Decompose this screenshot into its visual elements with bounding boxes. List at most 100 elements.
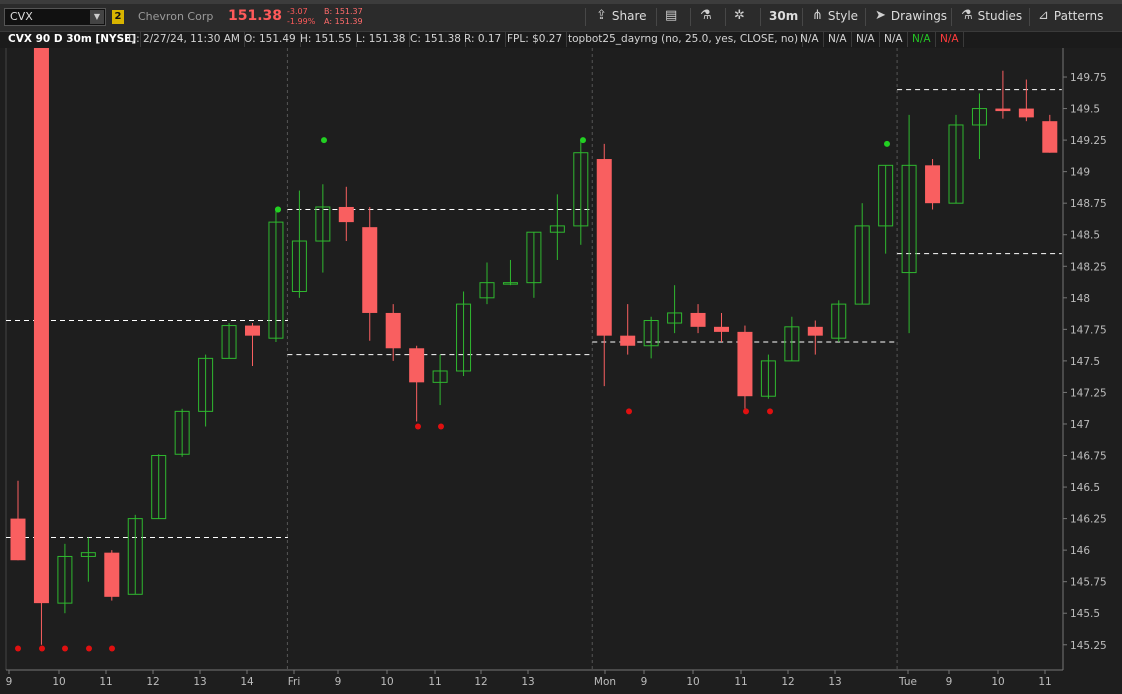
price-chart[interactable]: 149.75 149.5 149.25 149 148.75 148.5 148.25 148…: [0, 48, 1122, 694]
pivot-markers: [15, 137, 890, 652]
candle: [690, 304, 706, 334]
y-tick-label: 148.5: [1070, 230, 1100, 242]
y-tick-label: 146.25: [1070, 514, 1107, 526]
y-tick-label: 147: [1070, 419, 1090, 431]
candle: [268, 209, 284, 342]
grid-layout-icon: ▤: [665, 8, 678, 23]
x-tick-label: Tue: [898, 676, 917, 688]
drawings-label: Drawings: [890, 9, 948, 23]
x-tick-label: 13: [828, 676, 841, 688]
y-tick-label: 146.5: [1070, 482, 1100, 494]
x-tick-label: 11: [99, 676, 112, 688]
flask-icon: ⚗: [700, 8, 712, 23]
ask-price: A: 151.39: [324, 17, 363, 26]
candle-body: [33, 48, 49, 604]
share-button[interactable]: ⇪ Share: [596, 6, 647, 26]
candle: [127, 514, 143, 595]
candle: [667, 285, 683, 334]
x-tick-label: 13: [521, 676, 534, 688]
pivot-high-marker: [275, 206, 281, 213]
candle: [831, 300, 847, 342]
candle-body: [1018, 108, 1034, 118]
y-tick-label: 148.25: [1070, 261, 1107, 273]
candle: [549, 194, 565, 260]
candle: [807, 320, 823, 355]
candle: [878, 164, 894, 254]
candle: [784, 316, 800, 362]
candle: [995, 70, 1011, 119]
candle-body: [409, 348, 425, 383]
candle-body: [714, 326, 729, 332]
x-tick-label: 11: [734, 676, 747, 688]
pivot-low-marker: [86, 645, 92, 652]
bar-open: O: 151.49: [240, 31, 301, 47]
candle: [456, 291, 472, 377]
y-tick-label: 145.25: [1070, 640, 1107, 652]
settings-button[interactable]: ✲: [734, 6, 745, 26]
candle: [573, 140, 589, 245]
candle-body: [1042, 121, 1058, 153]
patterns-label: Patterns: [1053, 9, 1104, 23]
x-tick-label: 12: [781, 676, 794, 688]
level-lines: [6, 89, 1062, 539]
x-tick-label: 10: [380, 676, 393, 688]
candle: [385, 304, 401, 361]
company-name: Chevron Corp: [138, 10, 214, 23]
candle-body: [362, 227, 378, 313]
candle: [104, 550, 120, 601]
candle: [901, 114, 917, 334]
style-button[interactable]: ⋔ Style: [812, 6, 858, 26]
y-tick-label: 149.75: [1070, 72, 1107, 84]
share-label: Share: [611, 9, 647, 23]
candle-body: [385, 312, 401, 349]
candle: [971, 93, 987, 160]
pivot-low-marker: [15, 645, 21, 652]
patterns-icon: ⊿: [1038, 8, 1049, 23]
x-tick-label: Fri: [288, 676, 301, 688]
axes: 149.75149.5149.25149148.75148.5148.25148…: [6, 72, 1107, 688]
candle: [362, 206, 378, 341]
study-value-5: N/A: [908, 31, 936, 47]
candle-body: [995, 108, 1011, 112]
timeframe-button[interactable]: 30m: [769, 6, 798, 26]
toolbar-divider: [802, 8, 803, 26]
toolbar-divider: [1029, 8, 1030, 26]
y-tick-label: 147.25: [1070, 387, 1107, 399]
bar-range: R: 0.17: [460, 31, 507, 47]
chevron-down-icon[interactable]: ▼: [90, 10, 104, 24]
y-tick-label: 147.5: [1070, 356, 1100, 368]
pivot-high-marker: [321, 137, 327, 144]
y-tick-label: 147.75: [1070, 324, 1107, 336]
studies-button[interactable]: ⚗ Studies: [961, 6, 1022, 26]
symbol-selector[interactable]: CVX ▼: [4, 8, 106, 26]
toolbar-divider: [585, 8, 586, 26]
candle: [80, 537, 96, 582]
candle-body: [104, 552, 120, 597]
bid-ask: B: 151.37 A: 151.39: [324, 7, 363, 27]
candle: [1018, 79, 1034, 122]
study-label[interactable]: topbot25_dayrng (no, 25.0, yes, CLOSE, n…: [564, 31, 804, 47]
x-tick-label: 11: [428, 676, 441, 688]
pivot-low-marker: [415, 423, 421, 430]
pivot-low-marker: [39, 645, 45, 652]
link-group-badge[interactable]: 2: [112, 10, 124, 24]
bar-low: L: 151.38: [352, 31, 411, 47]
grid-layout-button[interactable]: ▤: [665, 6, 677, 26]
patterns-button[interactable]: ⊿ Patterns: [1038, 6, 1103, 26]
y-tick-label: 148: [1070, 293, 1090, 305]
flask-button[interactable]: ⚗: [700, 6, 712, 26]
y-tick-label: 149.25: [1070, 135, 1107, 147]
candle: [760, 354, 776, 399]
y-tick-label: 149.5: [1070, 104, 1100, 116]
candlestick-chart[interactable]: 149.75149.5149.25149148.75148.5148.25148…: [0, 48, 1122, 694]
candle: [409, 345, 425, 422]
percent-change: -1.99%: [287, 17, 316, 26]
candle-body: [690, 312, 706, 327]
toolbar-divider: [760, 8, 761, 26]
x-tick-label: 9: [6, 676, 13, 688]
candle: [737, 325, 753, 409]
candle-body: [245, 325, 260, 336]
pivot-low-marker: [109, 645, 115, 652]
candle: [643, 316, 659, 359]
drawings-button[interactable]: ➤ Drawings: [875, 6, 947, 26]
